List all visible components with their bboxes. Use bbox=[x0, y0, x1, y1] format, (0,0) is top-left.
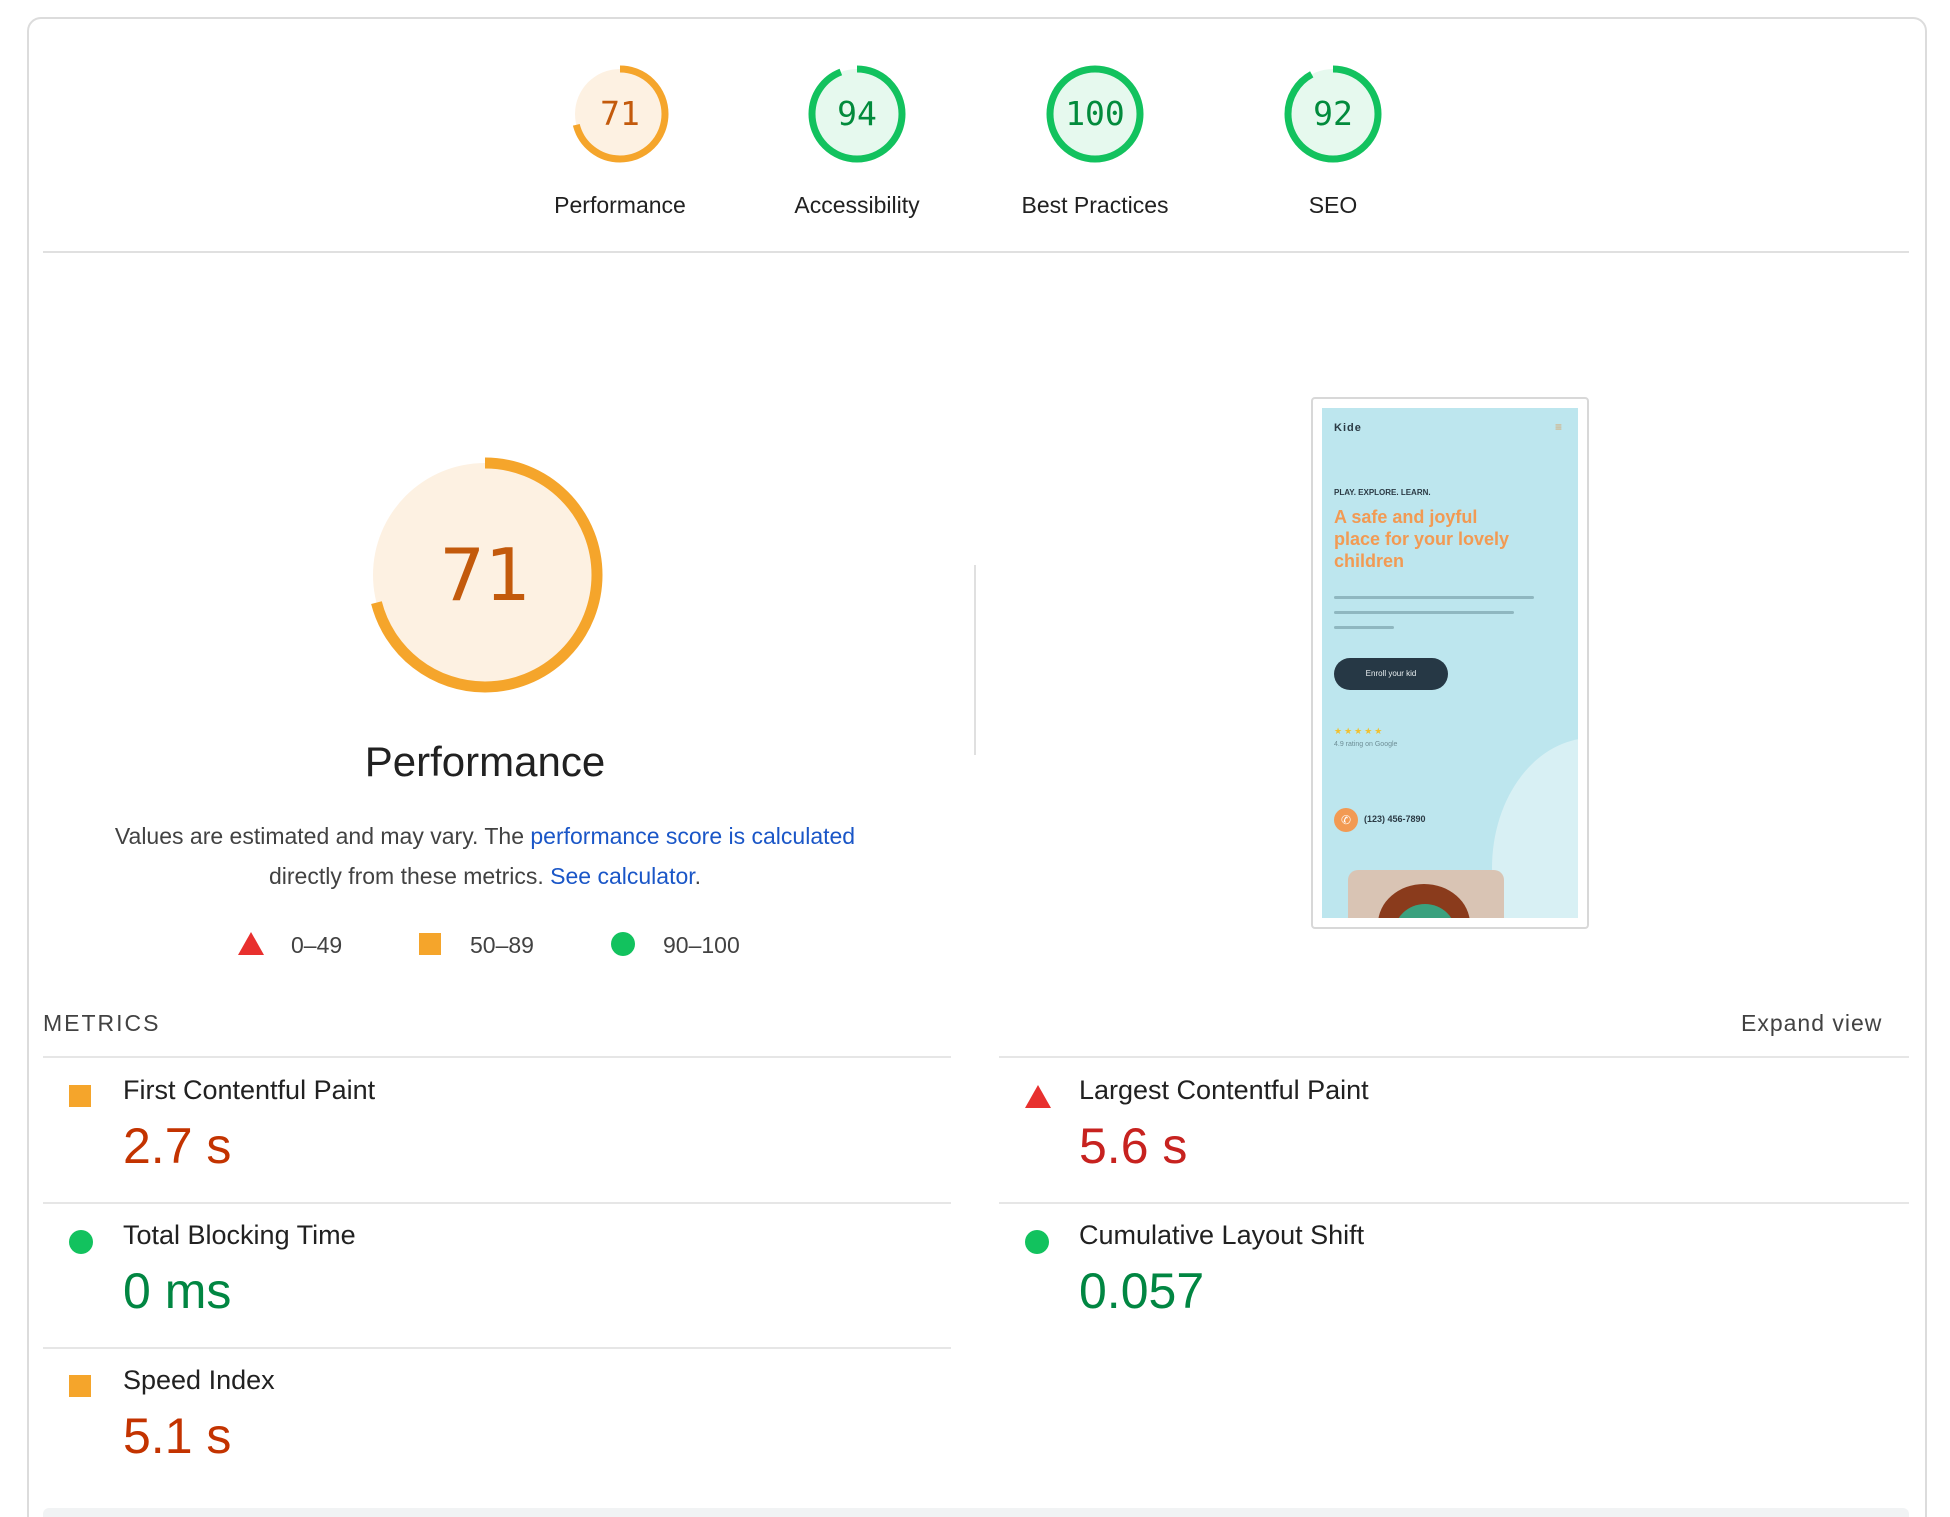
star-icons: ★★★★★ bbox=[1334, 726, 1385, 736]
thumb-rating: 4.9 rating on Google bbox=[1334, 741, 1398, 748]
category-gauges: 71 Performance 94 Accessibility 100 Best… bbox=[0, 0, 1950, 252]
legend-range: 0–49 bbox=[291, 932, 343, 958]
metrics-divider bbox=[999, 1056, 1909, 1058]
gauge-score: 71 bbox=[600, 94, 640, 133]
metrics-divider bbox=[43, 1056, 951, 1058]
thumb-eyebrow: PLAY. EXPLORE. LEARN. bbox=[1334, 488, 1431, 497]
gauge-best-practices[interactable]: 100 Best Practices bbox=[995, 58, 1195, 219]
metrics-divider bbox=[999, 1202, 1909, 1204]
score-legend: 0–49 50–89 90–100 bbox=[0, 930, 1950, 960]
metric-value: 2.7 s bbox=[123, 1118, 232, 1174]
gauge-performance[interactable]: 71 Performance bbox=[520, 58, 720, 219]
square-icon bbox=[69, 1375, 91, 1397]
performance-big-score: 71 bbox=[439, 533, 531, 617]
metrics-divider bbox=[43, 1202, 951, 1204]
metrics-divider bbox=[43, 1347, 951, 1349]
desc-text: directly from these metrics. bbox=[268, 863, 551, 889]
gauge-label: Accessibility bbox=[794, 192, 920, 218]
triangle-icon bbox=[1025, 1085, 1051, 1108]
metric-value: 5.1 s bbox=[123, 1408, 232, 1464]
metric-cls: Cumulative Layout Shift 0.057 bbox=[999, 1208, 1899, 1348]
metric-label: Largest Contentful Paint bbox=[1079, 1075, 1369, 1105]
thumb-phone: (123) 456-7890 bbox=[1364, 814, 1426, 824]
gauge-seo[interactable]: 92 SEO bbox=[1233, 58, 1433, 219]
legend-range: 50–89 bbox=[470, 932, 534, 958]
panel-divider bbox=[974, 565, 976, 755]
final-screenshot: Kide ≡ PLAY. EXPLORE. LEARN. A safe and … bbox=[1322, 408, 1578, 918]
thumb-headline: A safe and joyful place for your lovely … bbox=[1334, 507, 1510, 571]
square-icon bbox=[419, 933, 441, 955]
gauge-score: 94 bbox=[837, 94, 877, 133]
metric-fcp: First Contentful Paint 2.7 s bbox=[43, 1063, 943, 1203]
square-icon bbox=[69, 1085, 91, 1107]
next-section-bar bbox=[43, 1508, 1909, 1517]
metric-label: Total Blocking Time bbox=[123, 1220, 356, 1250]
performance-description: Values are estimated and may vary. The p… bbox=[85, 816, 885, 896]
top-divider bbox=[43, 251, 1909, 253]
score-calculated-link[interactable]: performance score is calculated bbox=[530, 823, 855, 849]
thumb-brand: Kide bbox=[1334, 422, 1362, 434]
triangle-icon bbox=[238, 932, 264, 955]
gauge-label: Best Practices bbox=[1021, 192, 1169, 218]
circle-icon bbox=[1025, 1230, 1049, 1254]
metric-value: 5.6 s bbox=[1079, 1118, 1188, 1174]
metric-label: First Contentful Paint bbox=[123, 1075, 376, 1105]
gauge-score: 100 bbox=[1065, 94, 1125, 133]
performance-title: Performance bbox=[364, 738, 606, 785]
thumb-button: Enroll your kid bbox=[1334, 658, 1448, 690]
circle-icon bbox=[69, 1230, 93, 1254]
metric-lcp: Largest Contentful Paint 5.6 s bbox=[999, 1063, 1899, 1203]
phone-icon: ✆ bbox=[1334, 808, 1358, 832]
gauge-accessibility[interactable]: 94 Accessibility bbox=[757, 58, 957, 219]
legend-range: 90–100 bbox=[663, 932, 740, 958]
thumb-decor-curve bbox=[1492, 738, 1578, 918]
gauge-label: SEO bbox=[1308, 192, 1358, 218]
gauge-score: 92 bbox=[1313, 94, 1353, 133]
expand-view-toggle[interactable]: Expand view bbox=[1741, 1010, 1882, 1037]
desc-text: Values are estimated and may vary. The bbox=[114, 823, 531, 849]
menu-icon: ≡ bbox=[1554, 420, 1562, 434]
metric-value: 0 ms bbox=[123, 1263, 232, 1319]
thumb-paragraph-lines bbox=[1334, 584, 1534, 630]
thumb-photo bbox=[1348, 870, 1504, 918]
metric-si: Speed Index 5.1 s bbox=[43, 1353, 943, 1493]
metric-tbt: Total Blocking Time 0 ms bbox=[43, 1208, 943, 1348]
gauge-label: Performance bbox=[554, 192, 686, 218]
metric-value: 0.057 bbox=[1079, 1263, 1205, 1319]
metrics-header: METRICS bbox=[43, 1010, 161, 1036]
circle-icon bbox=[611, 932, 635, 956]
metric-label: Speed Index bbox=[123, 1365, 275, 1395]
see-calculator-link[interactable]: See calculator bbox=[550, 863, 694, 889]
metric-label: Cumulative Layout Shift bbox=[1079, 1220, 1365, 1250]
desc-text: . bbox=[694, 863, 702, 889]
